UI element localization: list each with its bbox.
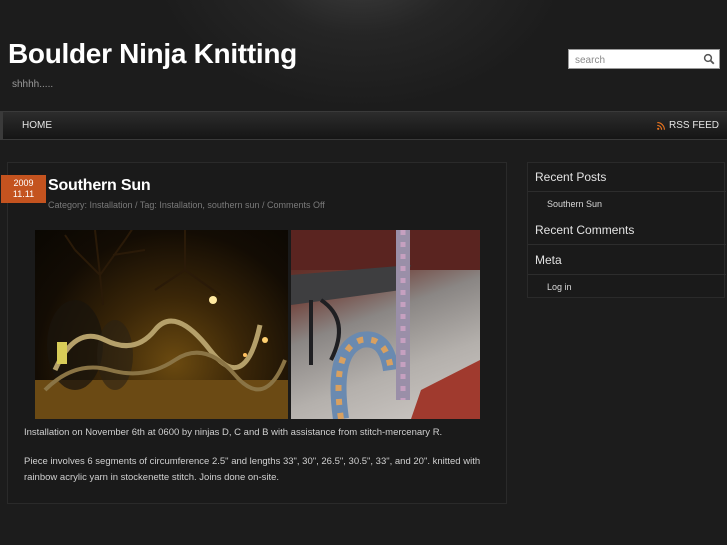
site-tagline: shhhh..... <box>12 79 54 90</box>
rss-icon <box>657 121 665 130</box>
site-title[interactable]: Boulder Ninja Knitting <box>8 38 297 70</box>
rss-feed-link[interactable]: RSS FEED <box>657 120 719 131</box>
post-content: Installation on November 6th at 0600 by … <box>24 425 494 499</box>
meta-title: Meta <box>528 246 726 275</box>
post-title[interactable]: Southern Sun <box>48 177 151 195</box>
recent-posts-title: Recent Posts <box>528 163 726 192</box>
rss-feed-label: RSS FEED <box>668 120 719 131</box>
post-date-monthday: 11.11 <box>12 189 35 199</box>
recent-comments-title: Recent Comments <box>528 216 726 245</box>
recent-post-link[interactable]: Southern Sun <box>547 199 602 209</box>
login-link[interactable]: Log in <box>547 282 572 292</box>
main-navigation: HOME RSS FEED <box>0 111 727 140</box>
post-paragraph: Installation on November 6th at 0600 by … <box>24 427 443 438</box>
post-paragraph: Piece involves 6 segments of circumferen… <box>24 456 481 483</box>
post-date-year: 2009 <box>13 178 34 188</box>
nav-home-link[interactable]: HOME <box>22 120 52 131</box>
post-date-badge: 2009 11.11 <box>1 175 46 203</box>
post-meta: Category: Installation / Tag: Installati… <box>48 200 325 210</box>
sidebar: Recent Posts Southern Sun Recent Comment… <box>527 162 726 298</box>
search-form <box>568 49 720 70</box>
search-icon[interactable] <box>703 53 715 65</box>
site-header: Boulder Ninja Knitting shhhh..... <box>0 0 727 110</box>
post-image <box>35 230 480 419</box>
blog-post: 2009 11.11 Southern Sun Category: Instal… <box>1 162 507 504</box>
night-installation-photo <box>35 230 288 419</box>
yarn-bench-photo <box>291 230 480 419</box>
search-input[interactable] <box>569 51 697 70</box>
